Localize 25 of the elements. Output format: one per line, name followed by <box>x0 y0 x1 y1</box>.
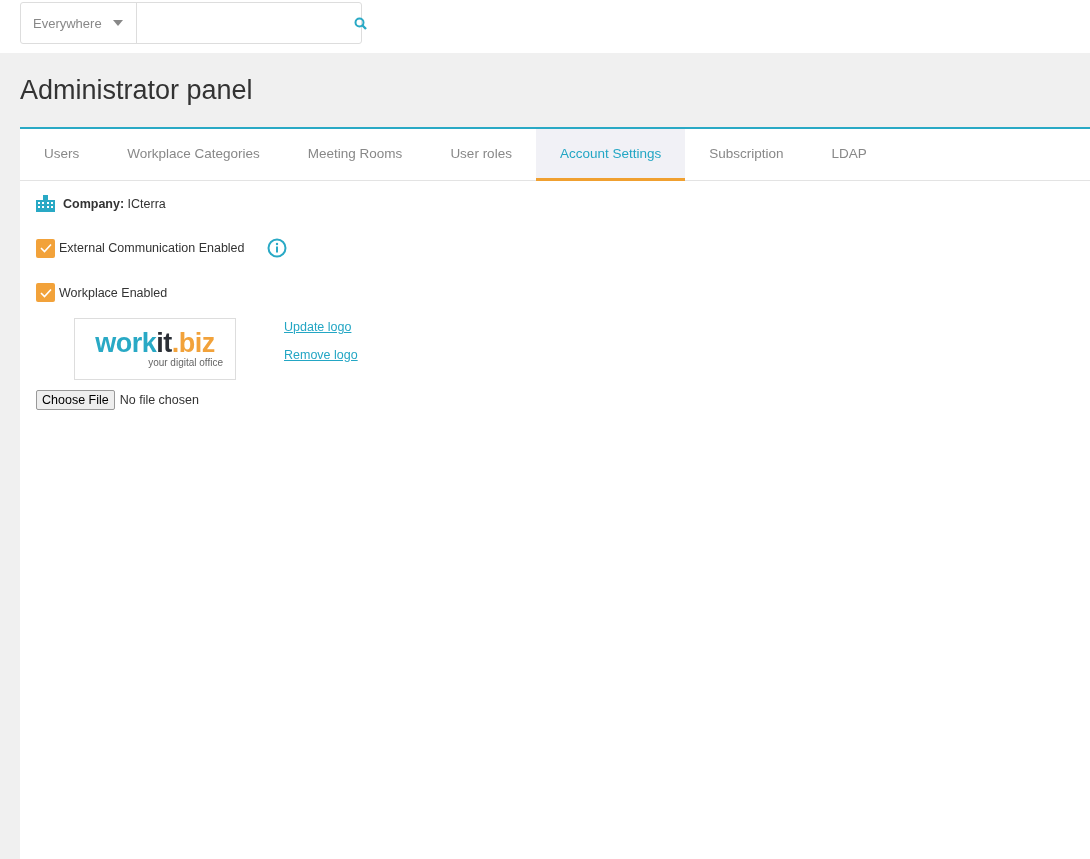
tab[interactable]: Meeting Rooms <box>283 129 427 181</box>
caret-icon <box>111 19 124 27</box>
checkmark-icon <box>39 243 52 253</box>
checkbox[interactable] <box>36 283 55 302</box>
search-icon[interactable] <box>353 16 367 30</box>
checkbox-label: Workplace Enabled <box>59 285 168 300</box>
page-title: Administrator panel <box>20 74 253 106</box>
checkbox[interactable] <box>36 238 55 258</box>
checkbox-label: External Communication Enabled <box>59 241 245 255</box>
building-icon <box>36 195 55 212</box>
tab[interactable]: User roles <box>426 129 536 181</box>
file-status: No file chosen <box>119 393 199 407</box>
logo-link[interactable]: Remove logo <box>284 348 358 362</box>
logo-tagline: your digital office <box>148 357 223 368</box>
tab[interactable]: Subscription <box>685 129 808 181</box>
tab[interactable]: LDAP <box>807 129 891 181</box>
choose-file-button[interactable]: Choose File <box>36 390 115 410</box>
tab[interactable]: Users <box>20 129 104 181</box>
logo-wordmark: workit.biz <box>95 330 215 357</box>
checkmark-icon <box>39 287 52 298</box>
info-icon[interactable] <box>266 238 287 258</box>
logo-link[interactable]: Update logo <box>284 320 358 334</box>
company-name: Company: ICterra <box>63 196 166 211</box>
tab[interactable]: Account Settings <box>535 129 686 181</box>
tab[interactable]: Workplace Categories <box>103 129 284 181</box>
